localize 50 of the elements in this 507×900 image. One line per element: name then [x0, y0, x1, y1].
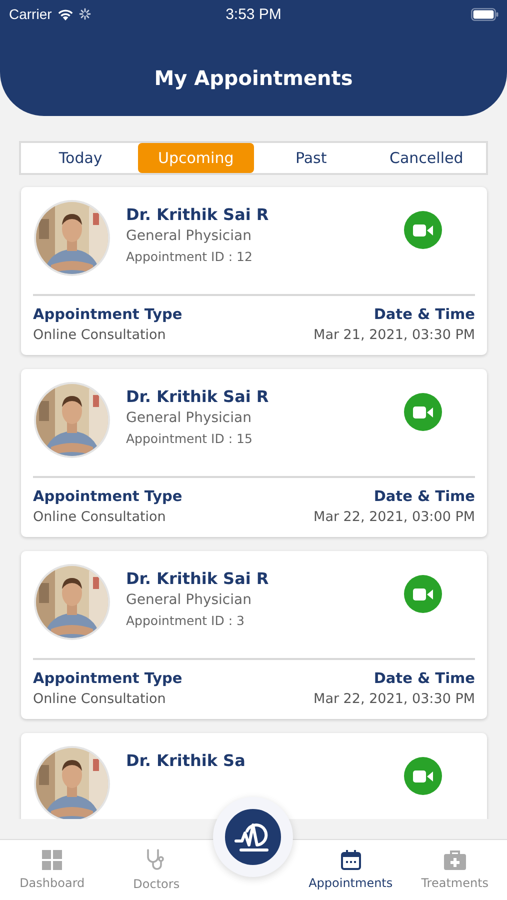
nav-item[interactable]: Treatments	[402, 840, 507, 900]
appointment-id: Appointment ID : 3	[126, 613, 246, 628]
doctor-name: Dr. Krithik Sai R	[126, 205, 270, 224]
medical-kit-icon	[444, 850, 466, 870]
doctor-specialty: General Physician	[126, 592, 252, 608]
appointment-type-value: Online Consultation	[33, 509, 167, 525]
appointment-card[interactable]: Dr. Krithik Sa	[21, 733, 487, 819]
video-call-button[interactable]	[404, 393, 442, 431]
date-time-value: Mar 21, 2021, 03:30 PM	[314, 327, 475, 343]
activity-spinner-icon	[78, 8, 91, 20]
nav-item[interactable]: Appointments	[298, 840, 403, 900]
appointment-type-label: Appointment Type	[33, 307, 182, 323]
date-time-label: Date & Time	[374, 489, 475, 505]
doctor-specialty: General Physician	[126, 228, 252, 244]
doctor-name: Dr. Krithik Sa	[126, 751, 246, 770]
video-camera-icon	[413, 770, 433, 782]
doctor-name: Dr. Krithik Sai R	[126, 569, 270, 588]
appointment-card[interactable]: Dr. Krithik Sai R General Physician Appointment ID : 3 Appointment Type Online Consultation Date & Time Mar 22, 2021, 03:30 PM	[21, 551, 487, 719]
nav-item[interactable]: Dashboard	[0, 840, 104, 900]
doctor-name: Dr. Krithik Sai R	[126, 387, 270, 406]
tab[interactable]: Past	[254, 143, 369, 173]
battery-icon	[471, 8, 499, 20]
date-time-value: Mar 22, 2021, 03:30 PM	[314, 691, 475, 707]
video-camera-icon	[413, 224, 433, 236]
video-call-button[interactable]	[404, 211, 442, 249]
tab[interactable]: Cancelled	[368, 143, 484, 173]
calendar-icon	[340, 850, 361, 870]
doctor-specialty: General Physician	[126, 410, 252, 426]
video-camera-icon	[413, 588, 433, 600]
appointment-type-value: Online Consultation	[33, 691, 167, 707]
nav-item[interactable]: Doctors	[104, 840, 208, 900]
appointment-card[interactable]: Dr. Krithik Sai R General Physician Appointment ID : 15 Appointment Type Online Consultation Date & Time Mar 22, 2021, 03:00 PM	[21, 369, 487, 537]
page-title: My Appointments	[153, 66, 354, 90]
video-camera-icon	[413, 406, 433, 418]
date-time-value: Mar 22, 2021, 03:00 PM	[314, 509, 475, 525]
appointment-card[interactable]: Dr. Krithik Sai R General Physician Appointment ID : 12 Appointment Type Online Consultation Date & Time Mar 21, 2021, 03:30 PM	[21, 187, 487, 355]
tab[interactable]: Today	[23, 143, 138, 173]
date-time-label: Date & Time	[374, 671, 475, 687]
appointment-type-label: Appointment Type	[33, 489, 182, 505]
appointment-type-label: Appointment Type	[33, 671, 182, 687]
carrier-label: Carrier	[9, 6, 52, 22]
grid-icon	[42, 850, 62, 870]
wifi-icon	[56, 8, 74, 20]
video-call-button[interactable]	[404, 575, 442, 613]
status-time: 3:53 PM	[226, 6, 282, 22]
video-call-button[interactable]	[404, 757, 442, 795]
appointment-id: Appointment ID : 12	[126, 249, 254, 264]
appointment-type-value: Online Consultation	[33, 327, 167, 343]
date-time-label: Date & Time	[374, 307, 475, 323]
appointment-id: Appointment ID : 15	[126, 431, 254, 446]
